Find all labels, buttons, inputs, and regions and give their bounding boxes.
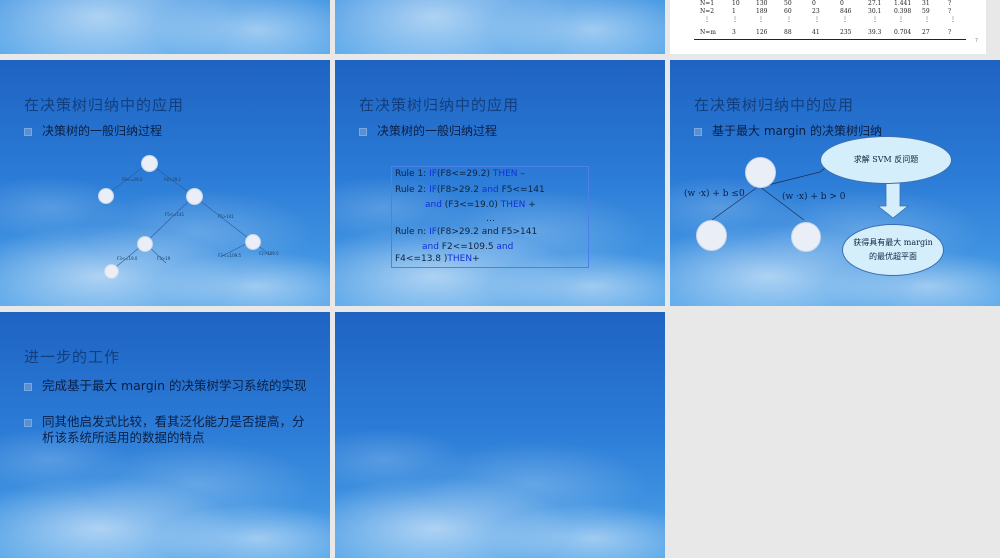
tree-node-root [141, 155, 158, 172]
edge-label: F3<=19.0 [117, 256, 138, 261]
page-number: 7 [974, 38, 978, 44]
tree-node [98, 188, 114, 204]
bullet-marker [24, 419, 32, 427]
slide-title: 进一步的工作 [24, 348, 121, 366]
decision-tree-diagram [105, 162, 271, 272]
math-inequality-left: (w ·x) + b ≤0 [684, 189, 745, 199]
slide-title: 在决策树归纳中的应用 [359, 96, 520, 114]
callout-bubble-svm: 求解 SVM 反问题 [820, 136, 952, 184]
edge-label: F2<=109.5 [218, 253, 241, 258]
edge-label: F2>109.5 [259, 251, 279, 256]
bullet-item: 同其他启发式比较，看其泛化能力是否提高，分析该系统所适用的数据的特点 [24, 414, 314, 446]
tree-node [137, 236, 153, 252]
slide-thumbnail-6[interactable]: 在决策树归纳中的应用 基于最大 margin 的决策树归纳 (w ·x) + b… [670, 60, 1000, 306]
bullet-marker [359, 128, 367, 136]
slide-thumbnail-1[interactable] [0, 0, 330, 54]
tree-node [104, 264, 119, 279]
slide-thumbnail-2[interactable] [335, 0, 665, 54]
slide-thumbnail-4[interactable]: 在决策树归纳中的应用 决策树的一般归纳过程 F8<=29.2 F8>29.2 F… [0, 60, 330, 306]
callout-bubble-hyperplane: 获得具有最大 margin 的最优超平面 [842, 224, 944, 276]
edge-label: F5<=141 [165, 212, 185, 217]
bullet-item: 决策树的一般归纳过程 [359, 123, 497, 139]
bullet-marker [24, 383, 32, 391]
slide-thumbnail-7[interactable]: 进一步的工作 完成基于最大 margin 的决策树学习系统的实现 同其他启发式比… [0, 312, 330, 558]
math-inequality-right: (w ·x) + b > 0 [782, 192, 846, 202]
bullet-item: 完成基于最大 margin 的决策树学习系统的实现 [24, 378, 314, 394]
slide-thumbnail-5[interactable]: 在决策树归纳中的应用 决策树的一般归纳过程 Rule 1: IF(F8<=29.… [335, 60, 665, 306]
slide-thumbnail-3[interactable]: N=1 10 130 50 0 0 27.1 1.441 31 ? N=2 1 … [670, 0, 986, 54]
svm-diagram [711, 163, 910, 221]
tree-node [245, 234, 261, 250]
tree-node-right [791, 222, 821, 252]
edge-label: F8<=29.2 [122, 177, 143, 182]
table-bottom-rule [694, 39, 966, 40]
tree-node [186, 188, 203, 205]
slide-thumbnail-8[interactable] [335, 312, 665, 558]
edge-label: F3>19 [157, 256, 171, 261]
edge-label: F5>141 [218, 214, 234, 219]
tree-node-left [696, 220, 727, 251]
tree-node-root [745, 157, 776, 188]
rules-text-box: Rule 1: IF(F8<=29.2) THEN – Rule 2: IF(F… [391, 166, 589, 268]
edge-label: F8>29.2 [164, 177, 182, 182]
